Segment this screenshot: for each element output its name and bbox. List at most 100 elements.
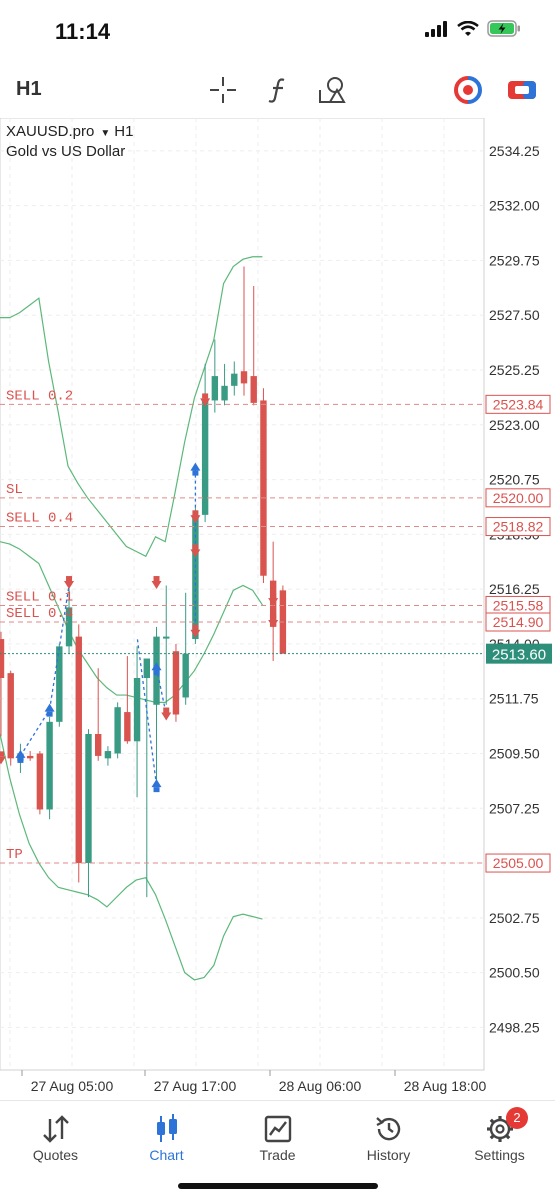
- candle-body: [143, 658, 150, 678]
- buy-arrow-stem: [192, 470, 199, 476]
- order-tag: 2514.90: [493, 614, 544, 630]
- x-tick-label: 27 Aug 17:00: [154, 1078, 237, 1094]
- sell-arrow-stem: [270, 593, 277, 599]
- order-tag: 2518.82: [493, 519, 544, 535]
- sell-arrow-stem: [202, 393, 209, 399]
- trade-chart-icon: [264, 1115, 291, 1143]
- candle-body: [95, 734, 102, 756]
- status-time: 11:14: [55, 19, 111, 44]
- tab-label: Settings: [474, 1147, 525, 1163]
- objects-button[interactable]: [316, 74, 348, 106]
- candle-body: [211, 376, 219, 401]
- y-tick-label: 2520.75: [489, 472, 540, 488]
- x-tick-label: 28 Aug 18:00: [404, 1078, 487, 1094]
- candle-body: [56, 646, 63, 722]
- tab-label: Chart: [149, 1147, 184, 1163]
- trade-button[interactable]: [506, 74, 538, 106]
- y-tick-label: 2532.00: [489, 198, 540, 214]
- symbol-name: XAUUSD.pro: [6, 123, 95, 140]
- candlestick-icon: [156, 1114, 177, 1142]
- order-tag: 2505.00: [493, 855, 544, 871]
- symbol-timeframe: H1: [114, 123, 134, 140]
- order-line-label: TP: [6, 847, 23, 863]
- y-tick-label: 2498.25: [489, 1019, 540, 1035]
- crosshair-icon: [210, 77, 236, 103]
- candle-body: [75, 636, 82, 864]
- sell-arrow-stem: [270, 615, 277, 620]
- symbol-header: XAUUSD.pro ▼ H1: [6, 123, 133, 140]
- crosshair-button[interactable]: [207, 74, 239, 106]
- symbol-dropdown-icon: ▼: [100, 128, 111, 139]
- notification-badge: 2: [506, 1107, 528, 1129]
- order-tag: 2515.58: [493, 597, 544, 613]
- y-tick-label: 2525.25: [489, 362, 540, 378]
- candle-body: [36, 753, 44, 810]
- buy-arrow-stem: [153, 670, 160, 676]
- tab-label: Trade: [259, 1147, 296, 1163]
- home-indicator: [178, 1183, 378, 1189]
- y-tick-label: 2509.50: [489, 745, 540, 761]
- candle-body: [240, 371, 248, 384]
- tab-settings[interactable]: 2 Settings: [444, 1101, 555, 1171]
- wifi-icon: [457, 20, 479, 36]
- sell-arrow-stem: [66, 576, 73, 582]
- order-line-label: SELL 0.2: [6, 388, 73, 404]
- candle-body: [46, 721, 53, 810]
- one-click-trading-button[interactable]: [452, 74, 484, 106]
- symbol-description: Gold vs US Dollar: [6, 143, 126, 160]
- price-chart[interactable]: 2534.25 2532.00 2529.75 2527.50 2525.25 2523.…: [0, 118, 555, 1100]
- candle-body: [163, 636, 170, 639]
- sell-arrow-stem: [0, 751, 4, 757]
- y-tick-label: 2523.00: [489, 417, 540, 433]
- tab-chart[interactable]: Chart: [111, 1101, 222, 1171]
- candle-body: [133, 678, 141, 742]
- candle-body: [172, 651, 180, 715]
- candle-body: [231, 373, 238, 386]
- candle-body: [114, 707, 121, 754]
- buy-arrow-stem: [153, 787, 160, 793]
- sell-arrow-stem: [192, 544, 199, 550]
- battery-charging-icon: [487, 20, 520, 37]
- order-line-label: SELL 0.1: [6, 589, 73, 605]
- tab-history[interactable]: History: [333, 1101, 444, 1171]
- signal-icon: [425, 20, 447, 37]
- candle-body: [26, 755, 34, 759]
- order-line-label: SL: [6, 482, 23, 498]
- candle-body: [0, 639, 5, 678]
- quotes-arrows-icon: [42, 1115, 69, 1143]
- candle-body: [260, 400, 267, 576]
- chart-toolbar: H1: [0, 64, 555, 118]
- one-click-icon: [454, 76, 482, 104]
- tab-label: History: [366, 1147, 411, 1163]
- y-tick-label: 2529.75: [489, 252, 540, 268]
- tab-trade[interactable]: Trade: [222, 1101, 333, 1171]
- y-tick-label: 2500.50: [489, 965, 540, 981]
- order-tag: 2520.00: [493, 490, 544, 506]
- current-price-tag: 2513.60: [492, 647, 546, 664]
- tab-quotes[interactable]: Quotes: [0, 1101, 111, 1171]
- sell-arrow-stem: [192, 624, 199, 630]
- candle-body: [85, 734, 92, 864]
- sell-arrow-stem: [192, 510, 199, 516]
- candle-body: [221, 385, 228, 401]
- candle-body: [124, 712, 131, 742]
- sell-arrow-stem: [163, 707, 170, 713]
- timeframe-button[interactable]: H1: [16, 78, 42, 101]
- y-tick-label: 2516.25: [489, 581, 540, 597]
- y-tick-label: 2534.25: [489, 143, 540, 159]
- shapes-icon: [319, 77, 346, 103]
- candle-body: [182, 653, 189, 698]
- chart-area[interactable]: 2534.25 2532.00 2529.75 2527.50 2525.25 2523.…: [0, 118, 555, 1100]
- x-tick-label: 27 Aug 05:00: [31, 1078, 114, 1094]
- candle-body: [7, 673, 14, 759]
- y-tick-label: 2507.25: [489, 800, 540, 816]
- candle-body: [250, 376, 257, 403]
- indicators-button[interactable]: [262, 74, 294, 106]
- x-tick-label: 28 Aug 06:00: [279, 1078, 362, 1094]
- history-clock-icon: [375, 1117, 400, 1141]
- order-line-label: SELL 0.4: [6, 511, 73, 527]
- buy-arrow-stem: [46, 711, 53, 717]
- order-tag: 2523.84: [493, 396, 544, 412]
- status-bar: 11:14: [0, 0, 555, 64]
- candle-body: [104, 751, 112, 759]
